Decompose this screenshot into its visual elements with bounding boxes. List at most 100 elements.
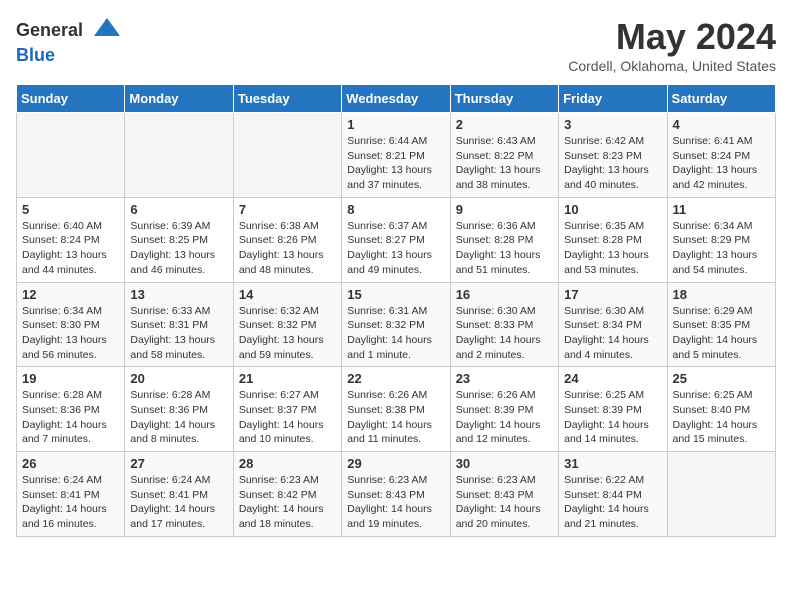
- day-number: 31: [564, 456, 661, 471]
- calendar-cell: 7 Sunrise: 6:38 AMSunset: 8:26 PMDaylight…: [233, 197, 341, 282]
- calendar-cell: 14Sunrise: 6:32 AMSunset: 8:32 PMDayligh…: [233, 282, 341, 367]
- day-info: Sunrise: 6:44 AMSunset: 8:21 PMDaylight:…: [347, 134, 444, 193]
- calendar-cell: 3 Sunrise: 6:42 AMSunset: 8:23 PMDaylight…: [559, 113, 667, 198]
- day-info: Sunrise: 6:34 AMSunset: 8:29 PMDaylight:…: [673, 219, 770, 278]
- day-number: 24: [564, 371, 661, 386]
- day-number: 5: [22, 202, 119, 217]
- day-number: 29: [347, 456, 444, 471]
- calendar-cell: 23Sunrise: 6:26 AMSunset: 8:39 PMDayligh…: [450, 367, 558, 452]
- logo: General Blue: [16, 16, 122, 66]
- day-info: Sunrise: 6:33 AMSunset: 8:31 PMDaylight:…: [130, 304, 227, 363]
- day-number: 12: [22, 287, 119, 302]
- weekday-header: Wednesday: [342, 85, 450, 113]
- calendar-cell: 20 Sunrise: 6:28 AMSunset: 8:36 PMDayligh…: [125, 367, 233, 452]
- day-info: Sunrise: 6:24 AMSunset: 8:41 PMDaylight:…: [22, 473, 119, 532]
- day-number: 27: [130, 456, 227, 471]
- calendar-cell: 24 Sunrise: 6:25 AMSunset: 8:39 PMDayligh…: [559, 367, 667, 452]
- calendar-cell: 11 Sunrise: 6:34 AMSunset: 8:29 PMDayligh…: [667, 197, 775, 282]
- day-number: 13: [130, 287, 227, 302]
- calendar-cell: 15 Sunrise: 6:31 AMSunset: 8:32 PMDayligh…: [342, 282, 450, 367]
- day-info: Sunrise: 6:28 AMSunset: 8:36 PMDaylight:…: [22, 388, 119, 447]
- calendar-table: SundayMondayTuesdayWednesdayThursdayFrid…: [16, 84, 776, 537]
- calendar-cell: 30 Sunrise: 6:23 AMSunset: 8:43 PMDayligh…: [450, 452, 558, 537]
- calendar-cell: [233, 113, 341, 198]
- calendar-cell: 5 Sunrise: 6:40 AMSunset: 8:24 PMDaylight…: [17, 197, 125, 282]
- day-info: Sunrise: 6:23 AMSunset: 8:43 PMDaylight:…: [456, 473, 553, 532]
- calendar-cell: 16 Sunrise: 6:30 AMSunset: 8:33 PMDayligh…: [450, 282, 558, 367]
- day-info: Sunrise: 6:39 AMSunset: 8:25 PMDaylight:…: [130, 219, 227, 278]
- day-number: 7: [239, 202, 336, 217]
- calendar-cell: 17Sunrise: 6:30 AMSunset: 8:34 PMDayligh…: [559, 282, 667, 367]
- day-info: Sunrise: 6:38 AMSunset: 8:26 PMDaylight:…: [239, 219, 336, 278]
- day-info: Sunrise: 6:26 AMSunset: 8:38 PMDaylight:…: [347, 388, 444, 447]
- day-info: Sunrise: 6:43 AMSunset: 8:22 PMDaylight:…: [456, 134, 553, 193]
- day-number: 19: [22, 371, 119, 386]
- day-info: Sunrise: 6:28 AMSunset: 8:36 PMDaylight:…: [130, 388, 227, 447]
- calendar-cell: 27 Sunrise: 6:24 AMSunset: 8:41 PMDayligh…: [125, 452, 233, 537]
- calendar-cell: 26Sunrise: 6:24 AMSunset: 8:41 PMDayligh…: [17, 452, 125, 537]
- page-header: General Blue May 2024 Cordell, Oklahoma,…: [16, 16, 776, 74]
- day-number: 21: [239, 371, 336, 386]
- title-block: May 2024 Cordell, Oklahoma, United State…: [568, 16, 776, 74]
- calendar-cell: 19 Sunrise: 6:28 AMSunset: 8:36 PMDayligh…: [17, 367, 125, 452]
- day-info: Sunrise: 6:27 AMSunset: 8:37 PMDaylight:…: [239, 388, 336, 447]
- day-info: Sunrise: 6:42 AMSunset: 8:23 PMDaylight:…: [564, 134, 661, 193]
- weekday-header: Thursday: [450, 85, 558, 113]
- day-info: Sunrise: 6:41 AMSunset: 8:24 PMDaylight:…: [673, 134, 770, 193]
- day-info: Sunrise: 6:34 AMSunset: 8:30 PMDaylight:…: [22, 304, 119, 363]
- day-number: 16: [456, 287, 553, 302]
- day-number: 30: [456, 456, 553, 471]
- calendar-cell: 6 Sunrise: 6:39 AMSunset: 8:25 PMDaylight…: [125, 197, 233, 282]
- day-number: 15: [347, 287, 444, 302]
- day-info: Sunrise: 6:30 AMSunset: 8:34 PMDaylight:…: [564, 304, 661, 363]
- calendar-cell: 9 Sunrise: 6:36 AMSunset: 8:28 PMDaylight…: [450, 197, 558, 282]
- day-info: Sunrise: 6:29 AMSunset: 8:35 PMDaylight:…: [673, 304, 770, 363]
- day-number: 3: [564, 117, 661, 132]
- day-number: 18: [673, 287, 770, 302]
- calendar-cell: 12 Sunrise: 6:34 AMSunset: 8:30 PMDayligh…: [17, 282, 125, 367]
- weekday-header: Friday: [559, 85, 667, 113]
- calendar-cell: 4Sunrise: 6:41 AMSunset: 8:24 PMDaylight…: [667, 113, 775, 198]
- location: Cordell, Oklahoma, United States: [568, 58, 776, 74]
- day-number: 8: [347, 202, 444, 217]
- day-info: Sunrise: 6:24 AMSunset: 8:41 PMDaylight:…: [130, 473, 227, 532]
- calendar-cell: 21 Sunrise: 6:27 AMSunset: 8:37 PMDayligh…: [233, 367, 341, 452]
- calendar-cell: [667, 452, 775, 537]
- calendar-cell: 1 Sunrise: 6:44 AMSunset: 8:21 PMDaylight…: [342, 113, 450, 198]
- calendar-cell: 29 Sunrise: 6:23 AMSunset: 8:43 PMDayligh…: [342, 452, 450, 537]
- calendar-cell: 18 Sunrise: 6:29 AMSunset: 8:35 PMDayligh…: [667, 282, 775, 367]
- day-info: Sunrise: 6:37 AMSunset: 8:27 PMDaylight:…: [347, 219, 444, 278]
- day-info: Sunrise: 6:35 AMSunset: 8:28 PMDaylight:…: [564, 219, 661, 278]
- day-number: 9: [456, 202, 553, 217]
- day-info: Sunrise: 6:32 AMSunset: 8:32 PMDaylight:…: [239, 304, 336, 363]
- logo-general: General: [16, 20, 83, 40]
- day-info: Sunrise: 6:36 AMSunset: 8:28 PMDaylight:…: [456, 219, 553, 278]
- weekday-header: Sunday: [17, 85, 125, 113]
- day-info: Sunrise: 6:25 AMSunset: 8:40 PMDaylight:…: [673, 388, 770, 447]
- day-number: 10: [564, 202, 661, 217]
- day-info: Sunrise: 6:25 AMSunset: 8:39 PMDaylight:…: [564, 388, 661, 447]
- calendar-cell: 25 Sunrise: 6:25 AMSunset: 8:40 PMDayligh…: [667, 367, 775, 452]
- day-number: 22: [347, 371, 444, 386]
- day-number: 6: [130, 202, 227, 217]
- calendar-cell: 8 Sunrise: 6:37 AMSunset: 8:27 PMDaylight…: [342, 197, 450, 282]
- day-info: Sunrise: 6:23 AMSunset: 8:42 PMDaylight:…: [239, 473, 336, 532]
- day-info: Sunrise: 6:26 AMSunset: 8:39 PMDaylight:…: [456, 388, 553, 447]
- calendar-cell: [17, 113, 125, 198]
- day-info: Sunrise: 6:31 AMSunset: 8:32 PMDaylight:…: [347, 304, 444, 363]
- calendar-cell: 31Sunrise: 6:22 AMSunset: 8:44 PMDayligh…: [559, 452, 667, 537]
- day-number: 11: [673, 202, 770, 217]
- day-info: Sunrise: 6:23 AMSunset: 8:43 PMDaylight:…: [347, 473, 444, 532]
- calendar-cell: [125, 113, 233, 198]
- day-info: Sunrise: 6:30 AMSunset: 8:33 PMDaylight:…: [456, 304, 553, 363]
- logo-blue: Blue: [16, 45, 55, 65]
- calendar-cell: 28 Sunrise: 6:23 AMSunset: 8:42 PMDayligh…: [233, 452, 341, 537]
- day-number: 1: [347, 117, 444, 132]
- day-number: 28: [239, 456, 336, 471]
- calendar-cell: 13 Sunrise: 6:33 AMSunset: 8:31 PMDayligh…: [125, 282, 233, 367]
- calendar-cell: 2Sunrise: 6:43 AMSunset: 8:22 PMDaylight…: [450, 113, 558, 198]
- day-number: 20: [130, 371, 227, 386]
- day-info: Sunrise: 6:40 AMSunset: 8:24 PMDaylight:…: [22, 219, 119, 278]
- weekday-header: Saturday: [667, 85, 775, 113]
- day-number: 25: [673, 371, 770, 386]
